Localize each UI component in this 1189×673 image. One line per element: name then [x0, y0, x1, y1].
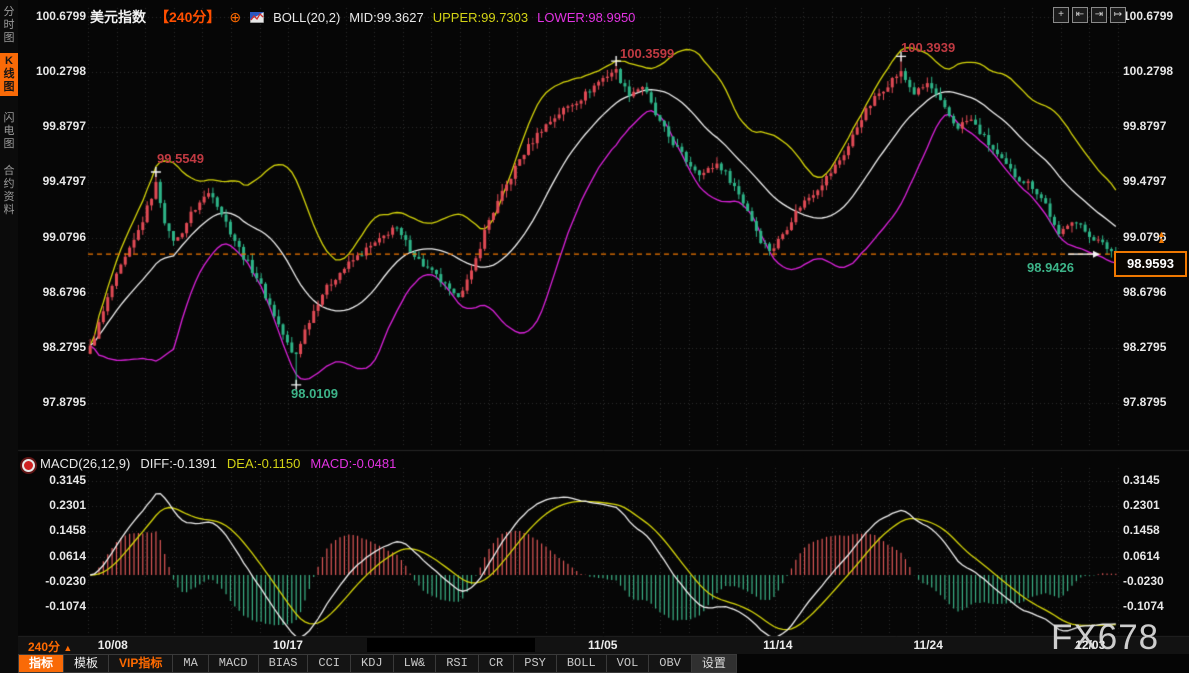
price-chart-canvas[interactable]: [0, 0, 1189, 673]
macd-header: MACD(26,12,9) DIFF:-0.1391 DEA:-0.1150 MACD…: [40, 456, 406, 471]
toolbar-button-设置[interactable]: 设置: [692, 654, 737, 673]
price-up-marker-icon: ▲▲: [1157, 231, 1166, 243]
time-scrollbar-thumb[interactable]: [367, 638, 535, 652]
sidebar-item-3[interactable]: 闪电图: [0, 110, 18, 153]
time-tick-11/14: 11/14: [763, 638, 792, 652]
macd-dea-value: DEA:-0.1150: [227, 456, 300, 471]
mx-left-label: 0.0614: [49, 549, 86, 563]
mx-left-label: 0.2301: [49, 498, 86, 512]
toolbar-button-KDJ[interactable]: KDJ: [351, 654, 394, 673]
mx-right-label: -0.1074: [1123, 599, 1164, 613]
scale-left-icon[interactable]: ⇤: [1072, 7, 1088, 23]
macd-axis-right: 0.3145 0.2301 0.1458 0.0614 -0.0230 -0.1074: [1123, 0, 1187, 673]
last-price-box: 98.9593: [1114, 251, 1187, 277]
price-annotation: 99.5549: [157, 151, 204, 166]
time-tick-11/05: 11/05: [588, 638, 617, 652]
toolbar-button-CR[interactable]: CR: [479, 654, 514, 673]
time-tick-11/24: 11/24: [914, 638, 943, 652]
chart-type-icon[interactable]: [250, 11, 264, 22]
toolbar-button-PSY[interactable]: PSY: [514, 654, 557, 673]
trading-app-window: 分时图 K线图闪电图合约资料 美元指数【240分】 ⊕ BOLL(20,2) MID:9…: [0, 0, 1189, 673]
mx-right-label: 0.1458: [1123, 523, 1160, 537]
macd-indicator-label: MACD(26,12,9): [40, 456, 130, 471]
sidebar-item-4[interactable]: 合约资料: [0, 163, 18, 219]
boll-upper-value: UPPER:99.7303: [433, 10, 528, 25]
symbol-title: 美元指数: [90, 9, 146, 25]
chart-header: 美元指数【240分】 ⊕ BOLL(20,2) MID:99.3627 UPPER:99…: [90, 7, 644, 27]
mx-right-label: 0.2301: [1123, 498, 1160, 512]
macd-axis-left: 0.3145 0.2301 0.1458 0.0614 -0.0230 -0.1074: [20, 0, 86, 673]
price-annotation: 98.9426: [1027, 260, 1074, 275]
toolbar-button-BIAS[interactable]: BIAS: [259, 654, 309, 673]
mx-left-label: 0.3145: [49, 473, 86, 487]
macd-pane-icon[interactable]: [22, 459, 35, 472]
mx-right-label: -0.0230: [1123, 574, 1164, 588]
time-tick-10/08: 10/08: [98, 638, 128, 652]
price-annotation: 98.0109: [291, 386, 338, 401]
toolbar-button-MA[interactable]: MA: [173, 654, 208, 673]
mx-left-label: 0.1458: [49, 523, 86, 537]
scale-right-icon[interactable]: ⇥: [1091, 7, 1107, 23]
add-circle-icon[interactable]: ⊕: [229, 9, 241, 25]
mx-right-label: 0.0614: [1123, 549, 1160, 563]
toolbar-button-BOLL[interactable]: BOLL: [557, 654, 607, 673]
price-annotation: 100.3939: [901, 40, 955, 55]
interval-label: 【240分】: [155, 9, 220, 25]
time-axis-row: 240分 ▲ 10/0810/1711/0511/1411/2412/03: [18, 637, 1189, 654]
toolbar-button-RSI[interactable]: RSI: [436, 654, 479, 673]
toolbar-button-指标[interactable]: 指标: [18, 654, 64, 673]
chart-type-sidebar: 分时图 K线图闪电图合约资料: [0, 0, 18, 673]
toolbar-button-VOL[interactable]: VOL: [607, 654, 650, 673]
toolbar-button-LW&[interactable]: LW&: [394, 654, 437, 673]
price-annotation: 100.3599: [620, 46, 674, 61]
time-tick-10/17: 10/17: [273, 638, 303, 652]
mx-left-label: -0.0230: [45, 574, 86, 588]
mx-left-label: -0.1074: [45, 599, 86, 613]
chart-toolbar-icons: +⇤⇥↦: [1053, 4, 1129, 23]
toolbar-button-MACD[interactable]: MACD: [209, 654, 259, 673]
sidebar-item-2[interactable]: K线图: [0, 53, 18, 96]
boll-mid-value: MID:99.3627: [349, 10, 423, 25]
toolbar-button-VIP指标[interactable]: VIP指标: [109, 654, 173, 673]
macd-macd-value: MACD:-0.0481: [310, 456, 396, 471]
boll-indicator-label: BOLL(20,2): [273, 10, 340, 25]
toolbar-button-模板[interactable]: 模板: [64, 654, 109, 673]
toolbar-button-OBV[interactable]: OBV: [649, 654, 692, 673]
mx-right-label: 0.3145: [1123, 473, 1160, 487]
fx678-watermark: FX678: [1051, 618, 1159, 658]
sidebar-item-1[interactable]: 分时图: [0, 4, 18, 47]
boll-lower-value: LOWER:98.9950: [537, 10, 635, 25]
pan-icon[interactable]: +: [1053, 7, 1069, 23]
expand-right-icon[interactable]: ↦: [1110, 7, 1126, 23]
macd-diff-value: DIFF:-0.1391: [140, 456, 217, 471]
toolbar-button-CCI[interactable]: CCI: [308, 654, 351, 673]
indicator-toolbar: 指标模板VIP指标MAMACDBIASCCIKDJLW&RSICRPSYBOLL…: [18, 654, 1189, 673]
interval-tag[interactable]: 240分 ▲: [28, 638, 72, 655]
interval-dropdown-icon: ▲: [63, 643, 72, 653]
